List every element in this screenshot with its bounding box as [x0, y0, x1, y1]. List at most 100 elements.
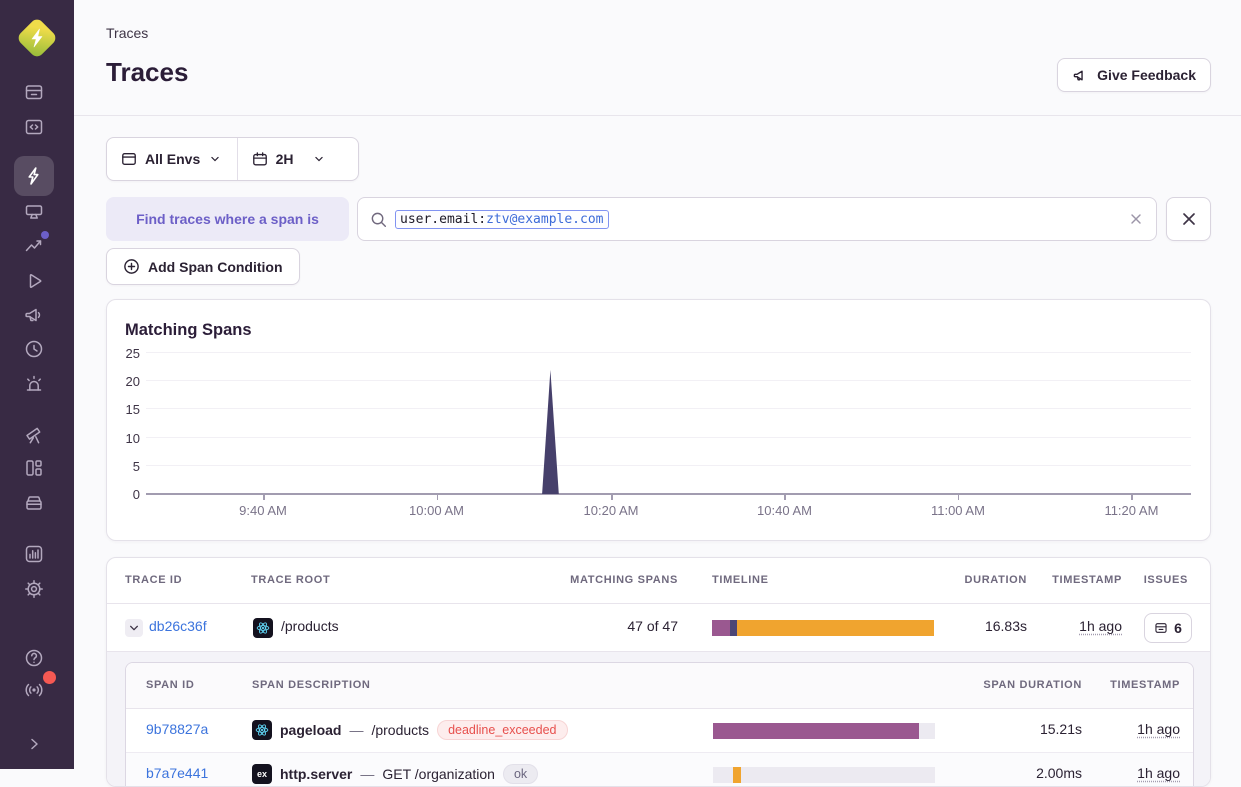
search-icon — [370, 211, 387, 228]
trace-duration: 16.83s — [907, 618, 1027, 634]
trace-matching-spans: 47 of 47 — [527, 618, 678, 634]
give-feedback-label: Give Feedback — [1097, 67, 1196, 83]
close-icon — [1180, 210, 1198, 228]
insights-notification-dot — [41, 231, 49, 239]
span-separator: — — [349, 722, 363, 738]
token-value: ztv@example.com — [486, 212, 603, 227]
span-row[interactable]: 9b78827a pageload — /products deadline_e… — [126, 709, 1193, 753]
span-table-header: Span ID Span Description Span Duration T… — [126, 663, 1193, 709]
lightning-icon — [23, 165, 45, 187]
date-range-filter[interactable]: 2H — [238, 138, 358, 180]
dashboard-icon — [23, 457, 45, 479]
col-span-description: Span Description — [252, 679, 371, 691]
header-divider — [74, 115, 1241, 116]
siren-icon — [23, 373, 45, 395]
sidebar-item-dashboards[interactable] — [14, 448, 54, 488]
history-clock-icon — [23, 338, 45, 360]
span-table: Span ID Span Description Span Duration T… — [125, 662, 1194, 787]
span-search-input[interactable]: user.email:ztv@example.com — [357, 197, 1157, 241]
issues-inbox-icon — [1154, 621, 1168, 635]
chevron-down-icon — [208, 152, 222, 166]
app-logo[interactable] — [16, 17, 58, 59]
trace-id-link[interactable]: db26c36f — [149, 618, 207, 634]
col-matching-spans: Matching Spans — [527, 574, 678, 586]
megaphone-icon — [1072, 67, 1089, 84]
date-range-label: 2H — [276, 151, 294, 167]
give-feedback-button[interactable]: Give Feedback — [1057, 58, 1211, 92]
code-folder-icon — [23, 116, 45, 138]
logo-bolt-icon — [29, 28, 45, 48]
span-condition-label: Find traces where a span is — [106, 197, 349, 241]
col-trace-root: Trace Root — [251, 574, 330, 586]
trace-expanded-section: Span ID Span Description Span Duration T… — [107, 652, 1210, 787]
breadcrumb[interactable]: Traces — [106, 25, 148, 41]
search-filter-token[interactable]: user.email:ztv@example.com — [395, 210, 609, 229]
megaphone-icon — [23, 304, 45, 326]
col-timeline: Timeline — [712, 574, 769, 586]
sidebar-item-whats-new[interactable] — [14, 670, 54, 710]
bar-chart-icon — [23, 543, 45, 565]
express-icon: ex — [252, 764, 272, 784]
trend-chart-icon — [23, 235, 45, 257]
collapse-trace-button[interactable] — [125, 619, 143, 637]
clear-search-icon[interactable] — [1128, 211, 1144, 227]
span-duration: 2.00ms — [902, 765, 1082, 781]
trace-timeline-bar — [712, 620, 934, 636]
sidebar-item-stats[interactable] — [14, 534, 54, 574]
sidebar-item-traces[interactable] — [14, 156, 54, 196]
token-key: user.email: — [400, 212, 486, 227]
span-separator: — — [360, 766, 374, 782]
trace-issues-button[interactable]: 6 — [1144, 613, 1192, 643]
add-span-condition-button[interactable]: Add Span Condition — [106, 248, 300, 285]
broadcast-icon — [23, 679, 45, 701]
sidebar-item-settings[interactable] — [14, 569, 54, 609]
gear-icon — [23, 578, 45, 600]
environment-filter[interactable]: All Envs — [107, 138, 237, 180]
span-duration: 15.21s — [902, 721, 1082, 737]
remove-condition-button[interactable] — [1166, 197, 1211, 241]
whats-new-notification-dot — [43, 671, 56, 684]
sidebar-item-insights[interactable] — [14, 226, 54, 266]
telescope-icon — [23, 424, 45, 446]
sidebar-item-alerts[interactable] — [14, 364, 54, 404]
help-icon — [23, 647, 45, 669]
chart-plot — [146, 353, 1191, 494]
issues-icon — [23, 81, 45, 103]
span-row[interactable]: b7a7e441 ex http.server — GET /organizat… — [126, 753, 1193, 787]
calendar-icon — [252, 151, 268, 167]
sidebar-item-issues[interactable] — [14, 72, 54, 112]
add-span-condition-label: Add Span Condition — [148, 259, 283, 275]
sidebar-item-releases[interactable] — [14, 329, 54, 369]
col-trace-id: Trace ID — [125, 574, 182, 586]
sidebar-collapse-toggle[interactable] — [14, 724, 54, 764]
span-timestamp: 1h ago — [1092, 765, 1180, 781]
sidebar-item-archive[interactable] — [14, 483, 54, 523]
chevron-right-icon — [25, 735, 43, 753]
sidebar-item-explore[interactable] — [14, 107, 54, 147]
react-icon — [253, 618, 273, 638]
col-span-timestamp: Timestamp — [1092, 679, 1180, 691]
trace-timestamp: 1h ago — [1036, 618, 1122, 634]
react-icon — [252, 720, 272, 740]
span-op: http.server — [280, 766, 352, 782]
matching-spans-chart-card: Matching Spans 0510152025 9:40 AM10:00 A… — [106, 299, 1211, 541]
span-description: ex http.server — GET /organization ok — [252, 764, 538, 784]
span-id-link[interactable]: 9b78827a — [146, 721, 208, 737]
play-icon — [23, 270, 45, 292]
span-id-link[interactable]: b7a7e441 — [146, 765, 208, 781]
environment-filter-label: All Envs — [145, 151, 200, 167]
span-description: pageload — /products deadline_exceeded — [252, 720, 568, 740]
trace-row[interactable]: db26c36f /products 47 of 47 16.83s 1h ag… — [107, 604, 1210, 652]
chart-x-axis: 9:40 AM10:00 AM10:20 AM10:40 AM11:00 AM1… — [146, 503, 1191, 521]
trace-root: /products — [281, 618, 339, 634]
sidebar — [0, 0, 74, 769]
span-target: /products — [371, 722, 429, 738]
col-span-id: Span ID — [146, 679, 194, 691]
chevron-down-icon — [312, 152, 326, 166]
col-issues: Issues — [1102, 574, 1188, 586]
trace-results-table: Trace ID Trace Root Matching Spans Timel… — [106, 557, 1211, 787]
chevron-down-icon — [128, 622, 140, 634]
plus-circle-icon — [123, 258, 140, 275]
page-title: Traces — [106, 57, 188, 88]
window-icon — [121, 151, 137, 167]
